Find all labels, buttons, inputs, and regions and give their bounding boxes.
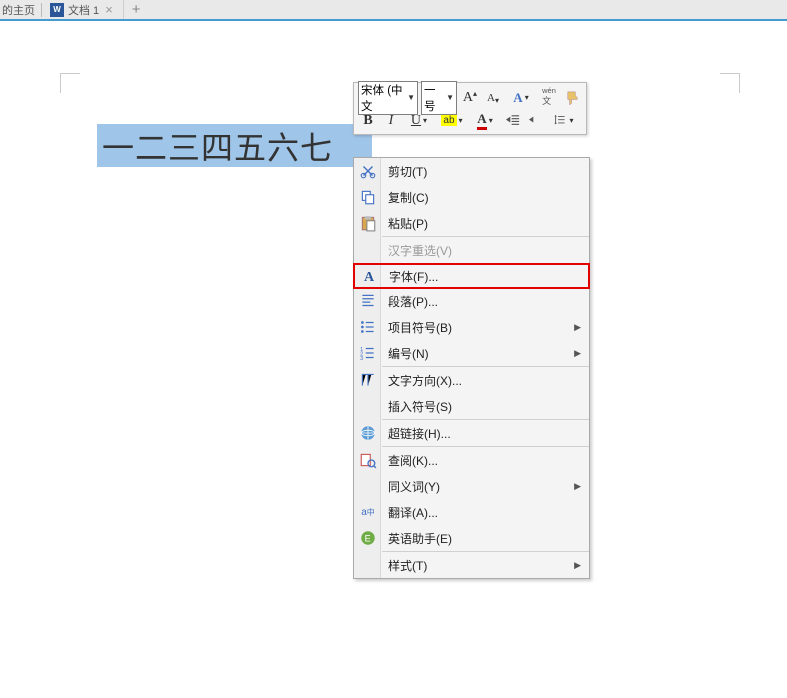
menu-paragraph-label: 段落(P)... — [388, 293, 438, 310]
menu-hyperlink[interactable]: 超链接(H)... — [354, 420, 589, 446]
italic-button[interactable]: I — [381, 111, 401, 131]
tab-document[interactable]: W 文档 1 × — [42, 0, 124, 19]
tab-document-label: 文档 1 — [68, 2, 99, 18]
font-icon: A — [360, 269, 378, 287]
paste-icon — [359, 214, 377, 232]
english-assistant-icon: E — [359, 529, 377, 547]
grow-font-button[interactable]: A▴ — [460, 88, 480, 108]
add-tab-button[interactable]: + — [124, 1, 149, 18]
page-corner-tr — [720, 73, 740, 93]
menu-style[interactable]: 样式(T) ▶ — [354, 552, 589, 578]
line-spacing-button[interactable]: ▾ — [549, 111, 579, 131]
font-size-combo[interactable]: 一号▼ — [421, 81, 457, 115]
menu-translate-label: 翻译(A)... — [388, 504, 438, 521]
menu-insert-symbol-label: 插入符号(S) — [388, 398, 452, 415]
menu-paste[interactable]: 粘贴(P) — [354, 210, 589, 236]
menu-review-label: 查阅(K)... — [388, 452, 438, 469]
menu-font-label: 字体(F)... — [389, 268, 438, 285]
menu-copy[interactable]: 复制(C) — [354, 184, 589, 210]
menu-synonym-label: 同义词(Y) — [388, 478, 440, 495]
font-size-value: 一号 — [424, 82, 445, 114]
font-name-value: 宋体 (中文 — [361, 82, 406, 114]
underline-button[interactable]: U▾ — [404, 111, 434, 131]
shrink-font-button[interactable]: A▾ — [483, 88, 503, 108]
menu-reselect-label: 汉字重选(V) — [388, 242, 452, 259]
numbering-icon: 123 — [359, 344, 377, 362]
menu-numbering[interactable]: 123 编号(N) ▶ — [354, 340, 589, 366]
menu-style-label: 样式(T) — [388, 557, 427, 574]
svg-text:E: E — [365, 533, 371, 543]
document-area: 一二三四五六七 宋体 (中文▼ 一号▼ A▴ A▾ A▾ wén文 B I U▾… — [0, 20, 787, 698]
hyperlink-icon — [359, 424, 377, 442]
review-icon — [359, 451, 377, 469]
menu-english-assistant[interactable]: E 英语助手(E) — [354, 525, 589, 551]
menu-translate[interactable]: a中 翻译(A)... — [354, 499, 589, 525]
translate-icon: a中 — [359, 503, 377, 521]
page-corner-tl — [60, 73, 80, 93]
menu-cut[interactable]: 剪切(T) — [354, 158, 589, 184]
menu-cut-label: 剪切(T) — [388, 163, 427, 180]
submenu-arrow-icon: ▶ — [574, 322, 581, 333]
font-name-combo[interactable]: 宋体 (中文▼ — [358, 81, 418, 115]
menu-text-direction-label: 文字方向(X)... — [388, 372, 462, 389]
text-effects-button[interactable]: A▾ — [506, 88, 536, 108]
submenu-arrow-icon: ▶ — [574, 348, 581, 359]
menu-reselect-hanzi: 汉字重选(V) — [354, 237, 589, 263]
tab-bar: 的主页 W 文档 1 × + — [0, 0, 787, 20]
menu-insert-symbol[interactable]: 插入符号(S) — [354, 393, 589, 419]
close-icon[interactable]: × — [103, 2, 115, 17]
menu-bullets-label: 项目符号(B) — [388, 319, 452, 336]
increase-indent-button[interactable] — [526, 111, 546, 131]
menu-text-direction[interactable]: 文字方向(X)... — [354, 367, 589, 393]
bold-button[interactable]: B — [358, 111, 378, 131]
menu-synonym[interactable]: 同义词(Y) ▶ — [354, 473, 589, 499]
menu-paragraph[interactable]: 段落(P)... — [354, 288, 589, 314]
cut-icon — [359, 162, 377, 180]
menu-paste-label: 粘贴(P) — [388, 215, 428, 232]
menu-bullets[interactable]: 项目符号(B) ▶ — [354, 314, 589, 340]
paragraph-icon — [359, 292, 377, 310]
menu-hyperlink-label: 超链接(H)... — [388, 425, 451, 442]
mini-toolbar: 宋体 (中文▼ 一号▼ A▴ A▾ A▾ wén文 B I U▾ ab▾ A▾ — [353, 82, 587, 135]
menu-review[interactable]: 查阅(K)... — [354, 447, 589, 473]
copy-icon — [359, 188, 377, 206]
submenu-arrow-icon: ▶ — [574, 481, 581, 492]
menu-numbering-label: 编号(N) — [388, 345, 429, 362]
bullets-icon — [359, 318, 377, 336]
submenu-arrow-icon: ▶ — [574, 560, 581, 571]
selected-text[interactable]: 一二三四五六七 — [97, 124, 372, 167]
font-color-button[interactable]: A▾ — [470, 111, 500, 131]
format-painter-button[interactable] — [562, 88, 582, 108]
svg-text:3: 3 — [360, 356, 363, 362]
word-icon: W — [50, 3, 64, 17]
text-direction-icon — [359, 371, 377, 389]
highlight-button[interactable]: ab▾ — [437, 111, 467, 131]
context-menu: 剪切(T) 复制(C) 粘贴(P) 汉字重选(V) A 字体(F)... — [353, 157, 590, 579]
decrease-indent-button[interactable] — [503, 111, 523, 131]
menu-english-assistant-label: 英语助手(E) — [388, 530, 452, 547]
menu-copy-label: 复制(C) — [388, 189, 429, 206]
phonetic-guide-button[interactable]: wén文 — [539, 88, 559, 108]
menu-font[interactable]: A 字体(F)... — [353, 263, 590, 289]
tab-home[interactable]: 的主页 — [0, 2, 41, 18]
